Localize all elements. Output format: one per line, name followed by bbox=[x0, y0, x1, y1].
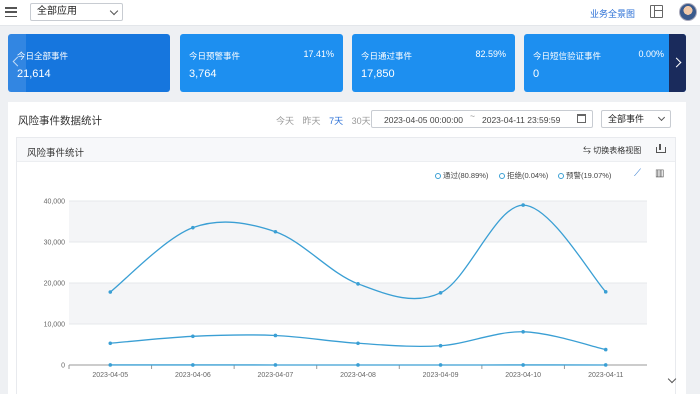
data-point[interactable] bbox=[273, 333, 278, 338]
y-tick-label: 0 bbox=[61, 363, 65, 370]
data-point[interactable] bbox=[191, 225, 195, 230]
x-tick-label: 2023-04-08 bbox=[340, 372, 376, 379]
range-yesterday[interactable]: 昨天 bbox=[303, 116, 321, 126]
carousel-next-button[interactable] bbox=[669, 34, 686, 92]
date-range-picker[interactable]: 2023-04-05 00:00:00 ~ 2023-04-11 23:59:5… bbox=[371, 110, 593, 128]
data-point[interactable] bbox=[356, 341, 360, 346]
card-title: 今日短信验证事件 bbox=[533, 51, 602, 61]
app-select[interactable]: 全部应用 bbox=[30, 3, 123, 21]
event-type-select[interactable]: 全部事件 bbox=[601, 110, 671, 128]
risk-event-chart-box: 风险事件统计 ⇆ 切换表格视图 通过(80.89%) 拒绝(0.04%) 预警(… bbox=[16, 137, 676, 394]
data-point[interactable] bbox=[108, 341, 113, 346]
card-title: 今日预警事件 bbox=[189, 51, 241, 61]
data-point[interactable] bbox=[108, 290, 113, 294]
grid-band bbox=[69, 201, 647, 242]
data-point[interactable] bbox=[603, 290, 608, 294]
data-point[interactable] bbox=[273, 229, 278, 234]
range-today[interactable]: 今天 bbox=[276, 116, 294, 126]
series-line-2 bbox=[110, 331, 606, 351]
card-passed-events[interactable]: 今日通过事件 82.59% 17,850 bbox=[352, 34, 515, 92]
range-tabs: 今天 昨天 7天 30天 bbox=[276, 114, 377, 127]
avatar[interactable] bbox=[679, 3, 697, 21]
data-point[interactable] bbox=[356, 282, 360, 286]
risk-stats-panel: 风险事件数据统计 今天 昨天 7天 30天 2023-04-05 00:00:0… bbox=[8, 102, 686, 394]
data-point[interactable] bbox=[438, 291, 443, 295]
y-tick-label: 40,000 bbox=[44, 199, 66, 206]
app-select-value: 全部应用 bbox=[37, 6, 77, 17]
grid-band bbox=[69, 283, 647, 324]
y-tick-label: 20,000 bbox=[44, 281, 66, 288]
data-point[interactable] bbox=[191, 334, 195, 339]
business-overview-link[interactable]: 业务全景图 bbox=[590, 7, 635, 20]
data-point[interactable] bbox=[603, 363, 608, 367]
chevron-down-icon bbox=[657, 113, 666, 122]
scroll-down-button[interactable] bbox=[667, 376, 677, 386]
data-point[interactable] bbox=[438, 363, 443, 367]
menu-icon[interactable] bbox=[4, 5, 18, 19]
card-sms-events[interactable]: 今日短信验证事件 0.00% 0 bbox=[524, 34, 686, 92]
data-point[interactable] bbox=[438, 343, 443, 348]
summary-cards: 今日全部事件 21,614 今日预警事件 17.41% 3,764 今日通过事件… bbox=[0, 34, 700, 94]
top-bar: 全部应用 业务全景图 bbox=[0, 0, 700, 26]
range-7days[interactable]: 7天 bbox=[329, 116, 343, 126]
card-value: 3,764 bbox=[189, 68, 217, 80]
card-warning-events[interactable]: 今日预警事件 17.41% 3,764 bbox=[180, 34, 343, 92]
card-percent: 0.00% bbox=[638, 49, 664, 59]
data-point[interactable] bbox=[273, 363, 278, 367]
data-point[interactable] bbox=[521, 203, 525, 207]
line-chart: 0 10,000 20,000 30,000 40,000 2023-04-05 2023-… bbox=[44, 199, 647, 379]
event-type-value: 全部事件 bbox=[608, 114, 645, 124]
data-point[interactable] bbox=[521, 329, 525, 334]
card-title: 今日通过事件 bbox=[361, 51, 413, 61]
data-point[interactable] bbox=[603, 347, 608, 352]
data-point[interactable] bbox=[521, 363, 525, 367]
card-value: 17,850 bbox=[361, 68, 395, 80]
data-point[interactable] bbox=[191, 363, 195, 367]
card-percent: 82.59% bbox=[475, 49, 506, 59]
y-tick-label: 30,000 bbox=[44, 240, 66, 247]
x-tick-label: 2023-04-09 bbox=[423, 372, 459, 379]
data-point[interactable] bbox=[356, 363, 360, 367]
x-tick-label: 2023-04-11 bbox=[588, 372, 623, 379]
card-all-events[interactable]: 今日全部事件 21,614 bbox=[8, 34, 170, 92]
data-point[interactable] bbox=[108, 363, 113, 367]
range-30days[interactable]: 30天 bbox=[352, 116, 371, 126]
x-tick-label: 2023-04-05 bbox=[92, 372, 128, 379]
date-end: 2023-04-11 23:59:59 bbox=[482, 115, 561, 125]
x-tick-label: 2023-04-07 bbox=[258, 372, 294, 379]
x-tick-label: 2023-04-06 bbox=[175, 372, 211, 379]
panel-title: 风险事件数据统计 bbox=[18, 115, 102, 127]
date-start: 2023-04-05 00:00:00 bbox=[384, 115, 463, 125]
x-tick-label: 2023-04-10 bbox=[505, 372, 541, 379]
layout-icon[interactable] bbox=[650, 5, 663, 18]
carousel-prev-button[interactable] bbox=[8, 34, 26, 92]
chevron-down-icon bbox=[109, 6, 119, 16]
y-tick-label: 10,000 bbox=[44, 322, 66, 329]
date-separator: ~ bbox=[470, 111, 475, 121]
card-value: 0 bbox=[533, 68, 540, 80]
calendar-icon bbox=[577, 114, 586, 123]
card-percent: 17.41% bbox=[303, 49, 334, 59]
